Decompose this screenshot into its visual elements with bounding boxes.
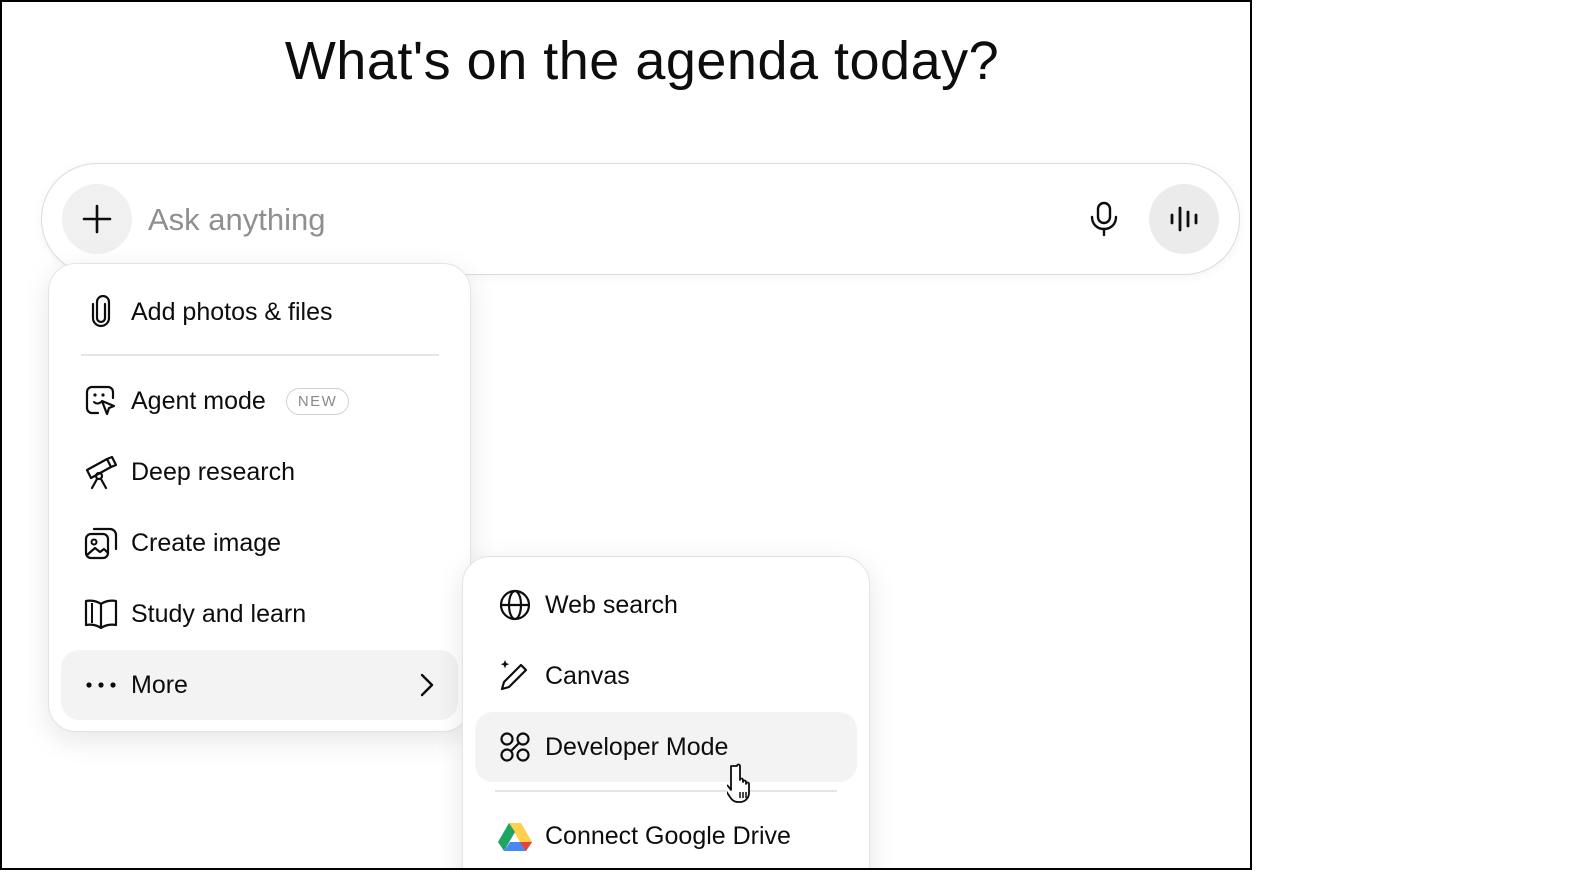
dictate-button[interactable] <box>1080 195 1128 243</box>
menu-item-label: Deep research <box>131 457 295 486</box>
menu-item-deep-research[interactable]: Deep research <box>61 437 458 507</box>
submenu-item-connect-google-drive[interactable]: Connect Google Drive <box>475 801 857 868</box>
submenu-divider <box>495 790 837 792</box>
menu-item-more[interactable]: More <box>61 650 458 720</box>
chat-composer <box>41 163 1240 275</box>
app-window: What's on the agenda today? Ask anything… <box>0 0 1252 870</box>
menu-divider <box>81 354 439 356</box>
submenu-item-label: Canvas <box>545 661 630 690</box>
google-drive-icon <box>495 816 535 856</box>
ask-input[interactable] <box>146 196 1030 244</box>
more-submenu: Web search Canvas Developer Mode Connect… <box>462 556 870 868</box>
menu-item-study-and-learn[interactable]: Study and learn <box>61 579 458 649</box>
menu-item-label: Study and learn <box>131 599 307 628</box>
menu-item-label: Add photos & files <box>131 297 333 326</box>
menu-item-label: Create image <box>131 528 282 557</box>
submenu-item-developer-mode[interactable]: Developer Mode <box>475 712 857 782</box>
plus-icon <box>82 204 112 234</box>
page-heading: What's on the agenda today? <box>284 31 1000 91</box>
menu-item-agent-mode[interactable]: Agent mode NEW <box>61 366 458 436</box>
submenu-item-canvas[interactable]: Canvas <box>475 641 857 711</box>
book-icon <box>81 594 121 634</box>
pen-sparkle-icon <box>495 656 535 696</box>
paperclip-icon <box>81 292 121 332</box>
globe-icon <box>495 585 535 625</box>
menu-item-add-photos-files[interactable]: Add photos & files <box>61 277 458 347</box>
agent-cursor-icon <box>81 381 121 421</box>
submenu-item-label: Web search <box>545 590 678 619</box>
menu-item-label: More <box>131 670 188 699</box>
attach-menu: Add photos & files Agent mode NEW Deep r… <box>48 263 471 732</box>
hand-pointer-cursor-icon <box>727 763 750 803</box>
nodes-icon <box>495 727 535 767</box>
more-dots-icon <box>81 665 121 705</box>
new-badge: NEW <box>285 387 350 415</box>
attach-menu-button[interactable] <box>62 184 132 254</box>
telescope-icon <box>81 452 121 492</box>
submenu-item-web-search[interactable]: Web search <box>475 570 857 640</box>
image-create-icon <box>81 523 121 563</box>
submenu-item-label: Connect Google Drive <box>545 821 791 850</box>
menu-item-label: Agent mode <box>131 386 266 415</box>
voice-waveform-icon <box>1170 206 1198 232</box>
voice-mode-button[interactable] <box>1149 184 1219 254</box>
chevron-right-icon <box>412 670 442 700</box>
menu-item-create-image[interactable]: Create image <box>61 508 458 578</box>
submenu-item-label: Developer Mode <box>545 732 729 761</box>
microphone-icon <box>1090 201 1118 237</box>
